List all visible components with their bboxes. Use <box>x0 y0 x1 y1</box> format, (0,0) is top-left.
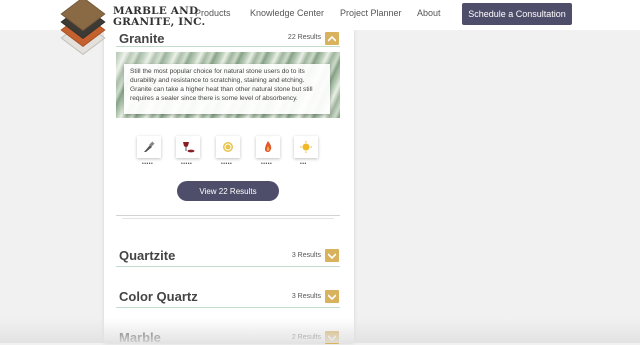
view-results-button[interactable]: View 22 Results <box>177 181 279 201</box>
section-underline <box>116 266 340 267</box>
wine-spill-icon <box>176 136 200 158</box>
granite-stone-image: Still the most popular choice for natura… <box>116 52 340 118</box>
knife-icon <box>137 136 161 158</box>
stone-category-panel: Granite 22 Results Still the most popula… <box>104 30 354 345</box>
granite-results-count: 22 Results <box>287 34 321 41</box>
nav-project-planner[interactable]: Project Planner <box>340 8 402 18</box>
knife-rating: ••••• <box>142 161 154 167</box>
lemon-icon <box>216 136 240 158</box>
quartzite-results-count: 3 Results <box>291 252 321 259</box>
logo-icon[interactable] <box>55 0 111 56</box>
section-title-quartzite[interactable]: Quartzite <box>119 248 175 263</box>
chevron-up-icon[interactable] <box>325 32 339 45</box>
flame-rating: ••••• <box>261 161 273 167</box>
schedule-consultation-button[interactable]: Schedule a Consultation <box>462 3 572 25</box>
section-underline <box>116 46 340 47</box>
chevron-down-icon[interactable] <box>325 290 339 303</box>
section-underline <box>116 307 340 308</box>
section-divider-inner <box>122 218 334 219</box>
nav-about[interactable]: About <box>417 8 441 18</box>
sun-rating: ••• <box>300 161 307 167</box>
section-title-granite[interactable]: Granite <box>119 31 165 46</box>
logo-line-2: GRANITE, INC. <box>113 16 206 28</box>
nav-knowledge-center[interactable]: Knowledge Center <box>250 8 324 18</box>
section-title-color-quartz[interactable]: Color Quartz <box>119 289 198 304</box>
lemon-rating: ••••• <box>221 161 233 167</box>
chevron-down-icon[interactable] <box>325 331 339 344</box>
logo-text[interactable]: MARBLE AND GRANITE, INC. <box>113 6 205 28</box>
color-quartz-results-count: 3 Results <box>291 293 321 300</box>
wine-rating: ••••• <box>181 161 193 167</box>
marble-results-count: 2 Results <box>291 334 321 341</box>
chevron-down-icon[interactable] <box>325 249 339 262</box>
sun-icon <box>294 136 318 158</box>
section-divider <box>116 215 340 216</box>
flame-icon <box>256 136 280 158</box>
granite-description: Still the most popular choice for natura… <box>124 64 330 114</box>
